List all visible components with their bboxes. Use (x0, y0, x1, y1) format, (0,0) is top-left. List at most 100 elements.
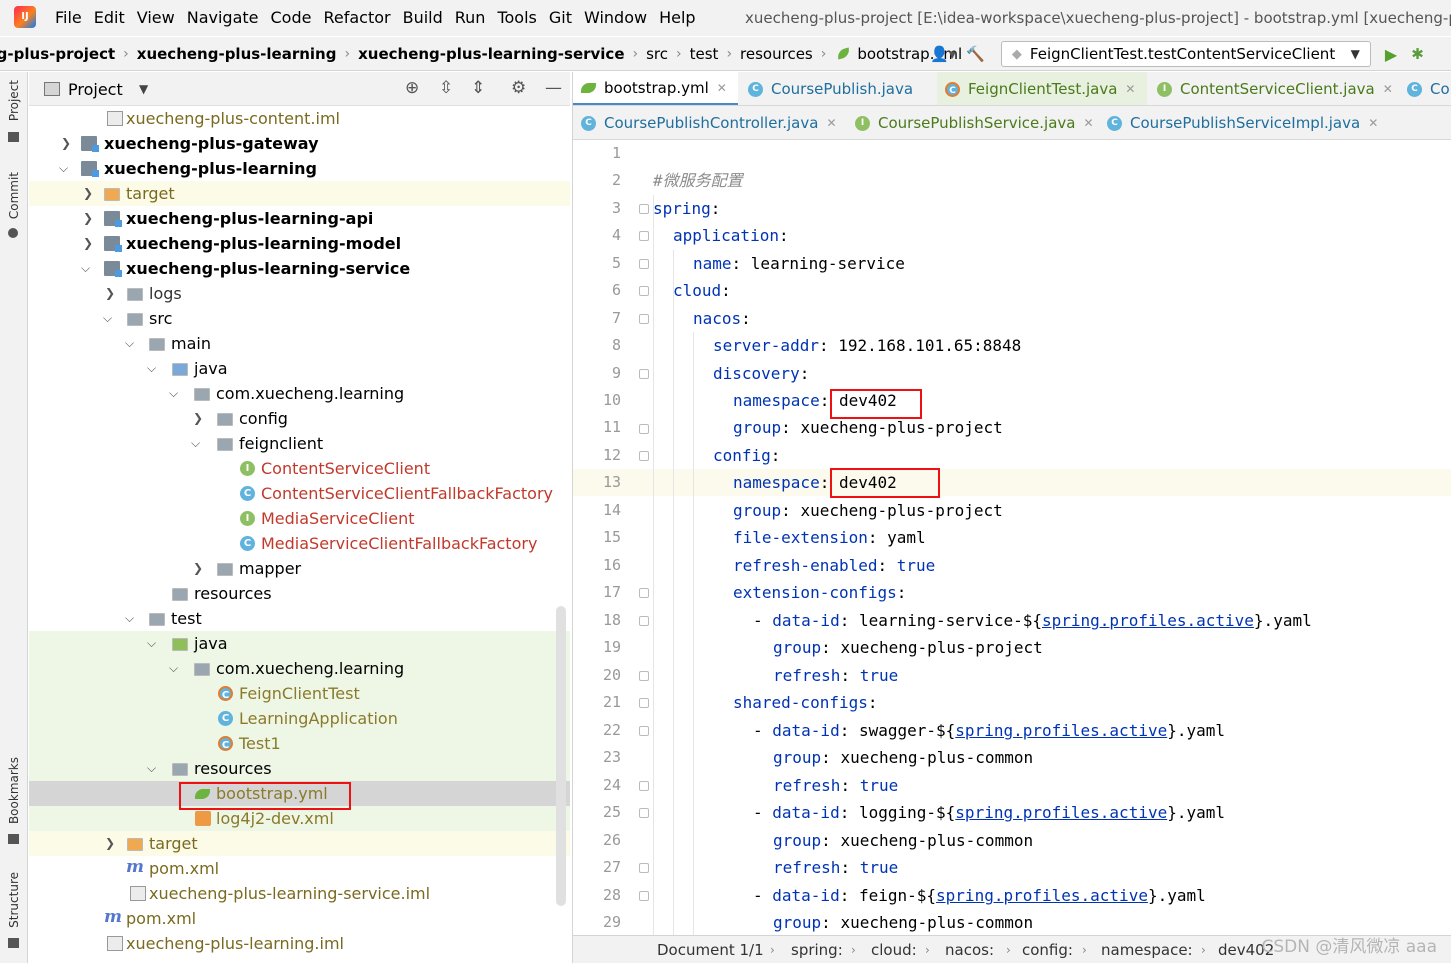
code-area[interactable]: 1 2 3 4 5 6 7 8 9 10 11 12 13 14 15 16 1… (573, 140, 1451, 935)
fold-marker-icon[interactable] (639, 588, 649, 598)
gear-icon[interactable]: ⚙ (511, 78, 526, 98)
chevron-down-icon[interactable]: ⌵ (81, 256, 90, 281)
chevron-right-icon[interactable]: ❯ (193, 406, 203, 431)
tree-item[interactable]: ⌵ src (29, 306, 570, 331)
menu-view[interactable]: View (137, 8, 175, 27)
fold-marker-icon[interactable] (639, 698, 649, 708)
chevron-right-icon[interactable]: ❯ (83, 231, 93, 256)
tree-item[interactable]: C Test1 (29, 731, 570, 756)
breadcrumb-project[interactable]: ng-plus-project (0, 45, 115, 63)
tree-item[interactable]: ⌵ main (29, 331, 570, 356)
fold-marker-icon[interactable] (639, 863, 649, 873)
tree-item[interactable]: m pom.xml (29, 906, 570, 931)
status-crumb-cloud[interactable]: cloud: (871, 941, 917, 959)
chevron-down-icon[interactable]: ⌵ (147, 631, 156, 656)
hammer-build-icon[interactable]: 🔨 (966, 45, 985, 63)
tab-bootstrap-yml[interactable]: bootstrap.yml ✕ (573, 72, 738, 105)
chevron-down-icon[interactable]: ▼ (139, 82, 148, 96)
breadcrumb-learning[interactable]: xuecheng-plus-learning (137, 45, 337, 63)
chevron-down-icon[interactable]: ⌵ (169, 656, 178, 681)
menu-refactor[interactable]: Refactor (323, 8, 390, 27)
fold-marker-icon[interactable] (639, 231, 649, 241)
fold-marker-icon[interactable] (639, 314, 649, 324)
tree-item[interactable]: ⌵ test (29, 606, 570, 631)
locate-icon[interactable]: ⊕ (405, 78, 419, 98)
tree-item[interactable]: C ContentServiceClientFallbackFactory (29, 481, 570, 506)
chevron-right-icon[interactable]: ❯ (83, 206, 93, 231)
close-icon[interactable]: ✕ (1383, 82, 1393, 96)
tab-feignclienttest-java[interactable]: C FeignClientTest.java ✕ (937, 72, 1147, 105)
close-icon[interactable]: ✕ (1368, 116, 1378, 130)
debug-icon[interactable]: ✱ (1411, 45, 1424, 63)
chevron-down-icon[interactable]: ⌵ (147, 756, 156, 781)
menu-window[interactable]: Window (584, 8, 647, 27)
status-document[interactable]: Document 1/1 (657, 941, 764, 959)
breadcrumb-src[interactable]: src (646, 45, 668, 63)
tree-item[interactable]: ⌵ resources (29, 756, 570, 781)
menu-help[interactable]: Help (659, 8, 695, 27)
menu-git[interactable]: Git (549, 8, 572, 27)
menu-file[interactable]: File (55, 8, 82, 27)
tree-item[interactable]: ❯ xuecheng-plus-gateway (29, 131, 570, 156)
tree-item[interactable]: ⌵ com.xuecheng.learning (29, 656, 570, 681)
tab-contentserviceclient-java[interactable]: I ContentServiceClient.java ✕ (1149, 72, 1393, 105)
menu-build[interactable]: Build (403, 8, 443, 27)
run-configuration-select[interactable]: ◆ FeignClientTest.testContentServiceClie… (1000, 41, 1371, 67)
menu-edit[interactable]: Edit (94, 8, 125, 27)
chevron-right-icon[interactable]: ❯ (61, 131, 71, 156)
tree-item[interactable]: C MediaServiceClientFallbackFactory (29, 531, 570, 556)
fold-marker-icon[interactable] (639, 369, 649, 379)
tree-item[interactable]: I ContentServiceClient (29, 456, 570, 481)
status-crumb-spring[interactable]: spring: (791, 941, 843, 959)
fold-marker-icon[interactable] (639, 451, 649, 461)
chevron-down-icon[interactable]: ⌵ (191, 431, 200, 456)
chevron-down-icon[interactable]: ⌵ (125, 606, 134, 631)
tree-item[interactable]: m pom.xml (29, 856, 570, 881)
fold-marker-icon[interactable] (639, 671, 649, 681)
close-icon[interactable]: ✕ (717, 81, 727, 95)
status-crumb-nacos[interactable]: nacos: (945, 941, 994, 959)
tree-item-selected[interactable]: bootstrap.yml (29, 781, 570, 806)
tree-item[interactable]: ❯ config (29, 406, 570, 431)
tree-item[interactable]: ⌵ xuecheng-plus-learning-service (29, 256, 570, 281)
menu-code[interactable]: Code (271, 8, 312, 27)
tree-item[interactable]: ❯ target (29, 181, 570, 206)
chevron-right-icon[interactable]: ❯ (105, 831, 115, 856)
close-icon[interactable]: ✕ (1083, 116, 1093, 130)
project-panel-title[interactable]: Project (68, 80, 123, 99)
chevron-down-icon[interactable]: ⌵ (125, 331, 134, 356)
yaml-placeholder[interactable]: spring.profiles.active (936, 886, 1148, 905)
fold-marker-icon[interactable] (639, 286, 649, 296)
fold-marker-icon[interactable] (639, 616, 649, 626)
chevron-right-icon[interactable]: ❯ (193, 556, 203, 581)
close-icon[interactable]: ✕ (1125, 82, 1135, 96)
breadcrumb-learning-service[interactable]: xuecheng-plus-learning-service (358, 45, 624, 63)
minimize-icon[interactable]: — (545, 78, 562, 98)
tree-item[interactable]: ❯ mapper (29, 556, 570, 581)
tree-item[interactable]: ⌵ java (29, 631, 570, 656)
user-icon[interactable]: 👤▾ (930, 45, 956, 63)
tab-coursepublishcontroller-java[interactable]: C CoursePublishController.java ✕ (573, 106, 845, 139)
tree-item[interactable]: C FeignClientTest (29, 681, 570, 706)
yaml-placeholder[interactable]: spring.profiles.active (1042, 611, 1254, 630)
menu-tools[interactable]: Tools (497, 8, 536, 27)
tree-item[interactable]: resources (29, 581, 570, 606)
chevron-down-icon[interactable]: ⌵ (147, 356, 156, 381)
yaml-placeholder[interactable]: spring.profiles.active (955, 803, 1167, 822)
run-icon[interactable]: ▶ (1385, 45, 1397, 64)
breadcrumb-test[interactable]: test (690, 45, 719, 63)
chevron-right-icon[interactable]: ❯ (105, 281, 115, 306)
tree-item[interactable]: ❯ logs (29, 281, 570, 306)
fold-marker-icon[interactable] (639, 424, 649, 434)
chevron-right-icon[interactable]: ❯ (83, 181, 93, 206)
chevron-down-icon[interactable]: ⌵ (103, 306, 112, 331)
fold-marker-icon[interactable] (639, 726, 649, 736)
breadcrumb-resources[interactable]: resources (740, 45, 813, 63)
tree-item[interactable]: log4j2-dev.xml (29, 806, 570, 831)
tab-coursepublishserviceimpl-java[interactable]: C CoursePublishServiceImpl.java ✕ (1099, 106, 1378, 139)
tree-item[interactable]: xuecheng-plus-content.iml (29, 106, 570, 131)
tree-item[interactable]: ❯ target (29, 831, 570, 856)
fold-marker-icon[interactable] (639, 808, 649, 818)
menu-run[interactable]: Run (455, 8, 486, 27)
fold-marker-icon[interactable] (639, 259, 649, 269)
